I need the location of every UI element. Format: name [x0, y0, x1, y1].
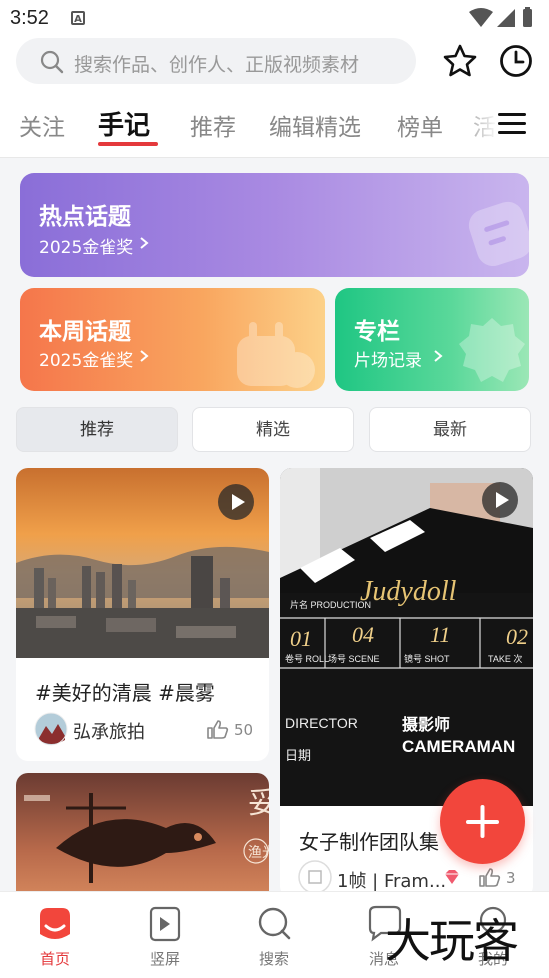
create-post-button[interactable] [440, 779, 525, 864]
like-thumb-icon[interactable] [478, 866, 502, 888]
nav-home-label: 首页 [39, 950, 70, 968]
weekly-topics-title: 本周话题 [39, 319, 131, 345]
clapper-num1: 01 [290, 626, 312, 651]
feed-card-author[interactable]: 1帧 | Fram... [337, 867, 446, 893]
tab-notes[interactable]: 手记 [98, 105, 150, 142]
hot-topics-title: 热点话题 [39, 204, 131, 230]
wifi-icon [469, 8, 493, 27]
battery-icon [523, 9, 532, 27]
like-thumb-icon[interactable] [206, 718, 230, 740]
avatar[interactable] [298, 860, 332, 894]
feed-card-1[interactable]: #美好的清晨 #晨雾 弘承旅拍 50 [16, 468, 269, 761]
system-status-icons [469, 7, 532, 27]
clapper-title: Judydoll [360, 576, 457, 607]
signal-icon [497, 9, 515, 27]
search-placeholder: 搜索作品、创作人、正版视频素材 [74, 54, 360, 76]
segment-featured[interactable]: 精选 [192, 407, 354, 452]
nav-search[interactable]: 搜索 [229, 904, 319, 968]
weekly-topic-decoration-icon [237, 322, 315, 388]
tab-editor-picks[interactable]: 编辑精选 [269, 108, 361, 142]
chevron-right-icon [434, 350, 443, 362]
clapper-production: 片名 PRODUCTION [290, 599, 371, 610]
segment-recommend[interactable]: 推荐 [16, 407, 178, 452]
fish-poster-thumbnail: 妥 渔光 [16, 773, 269, 903]
search-icon [258, 907, 291, 940]
hot-topics-sub: 2025金雀奖 [39, 238, 134, 258]
nav-vertical-label: 竖屏 [149, 950, 180, 968]
clapper-camera-cn: 摄影师 [402, 715, 450, 734]
home-icon [40, 908, 70, 939]
avatar[interactable] [34, 712, 68, 746]
feed-card-3[interactable]: 妥 渔光 [16, 773, 269, 903]
clapper-take: TAKE 次 [488, 653, 522, 664]
feed-card-likes: 3 [506, 869, 516, 887]
feed-card-caption: 女子制作团队集 [299, 830, 439, 854]
clapper-shot: 镜号 SHOT [404, 653, 450, 664]
segment-latest[interactable]: 最新 [369, 407, 531, 452]
nav-search-label: 搜索 [258, 950, 289, 968]
notification-a-icon: A [71, 11, 85, 25]
clapper-date: 日期 [285, 748, 311, 763]
play-icon [232, 494, 245, 510]
plus-icon [466, 805, 499, 838]
nav-vertical[interactable]: 竖屏 [120, 904, 210, 968]
diamond-badge-icon [445, 870, 459, 884]
clapper-scene: 场号 SCENE [328, 654, 380, 664]
weekly-topics-sub: 2025金雀奖 [39, 351, 134, 371]
menu-icon[interactable] [498, 112, 528, 136]
feed-card-caption: #美好的清晨 #晨雾 [35, 681, 215, 705]
chevron-right-icon [140, 350, 149, 362]
clapper-num2: 04 [352, 622, 374, 647]
app-header: 搜索作品、创作人、正版视频素材 关注 手记 推荐 编辑精选 榜单 活 [0, 36, 549, 158]
play-button[interactable] [218, 484, 254, 520]
active-tab-indicator [98, 142, 158, 146]
favorite-star-icon[interactable] [442, 43, 478, 79]
tab-follow[interactable]: 关注 [19, 108, 65, 142]
clapper-roll: 卷号 ROLL [285, 653, 329, 664]
clapper-num3: 11 [430, 622, 450, 647]
column-sub: 片场记录 [354, 351, 422, 371]
poster-big-char: 妥 [248, 786, 269, 821]
nav-home[interactable]: 首页 [10, 904, 100, 968]
clapper-camera-en: CAMERAMAN [402, 737, 515, 756]
clapperboard-thumbnail: Judydoll 片名 PRODUCTION 卷号 ROLL 场号 SCENE … [280, 468, 533, 806]
status-bar: 3:52 A [0, 0, 549, 36]
clapper-num4: 02 [506, 624, 528, 649]
search-icon [40, 50, 64, 74]
tab-recommend[interactable]: 推荐 [190, 108, 236, 142]
chevron-right-icon [140, 237, 149, 249]
column-card[interactable]: 专栏 片场记录 [335, 288, 529, 391]
weekly-topics-card[interactable]: 本周话题 2025金雀奖 [20, 288, 325, 391]
hot-topic-decoration-icon [468, 201, 529, 267]
history-clock-icon[interactable] [498, 43, 534, 79]
category-tabs: 关注 手记 推荐 编辑精选 榜单 活 [0, 100, 549, 156]
status-time: 3:52 [10, 7, 49, 29]
feed-card-likes: 50 [234, 721, 254, 739]
feed-card-author[interactable]: 弘承旅拍 [73, 718, 145, 744]
play-button[interactable] [482, 482, 518, 518]
vertical-video-icon [149, 906, 181, 942]
hot-topics-card[interactable]: 热点话题 2025金雀奖 [20, 173, 529, 277]
tab-ranking[interactable]: 榜单 [397, 108, 443, 142]
watermark-logo: 大玩客 [385, 914, 519, 968]
search-bar[interactable]: 搜索作品、创作人、正版视频素材 [16, 38, 416, 84]
play-icon [496, 492, 509, 508]
clapper-director: DIRECTOR [285, 715, 358, 731]
tabs-fade [458, 100, 498, 156]
column-decoration-icon [459, 318, 525, 382]
column-title: 专栏 [354, 319, 400, 345]
poster-small-text: 渔光 [248, 845, 269, 861]
header-divider [0, 157, 549, 158]
